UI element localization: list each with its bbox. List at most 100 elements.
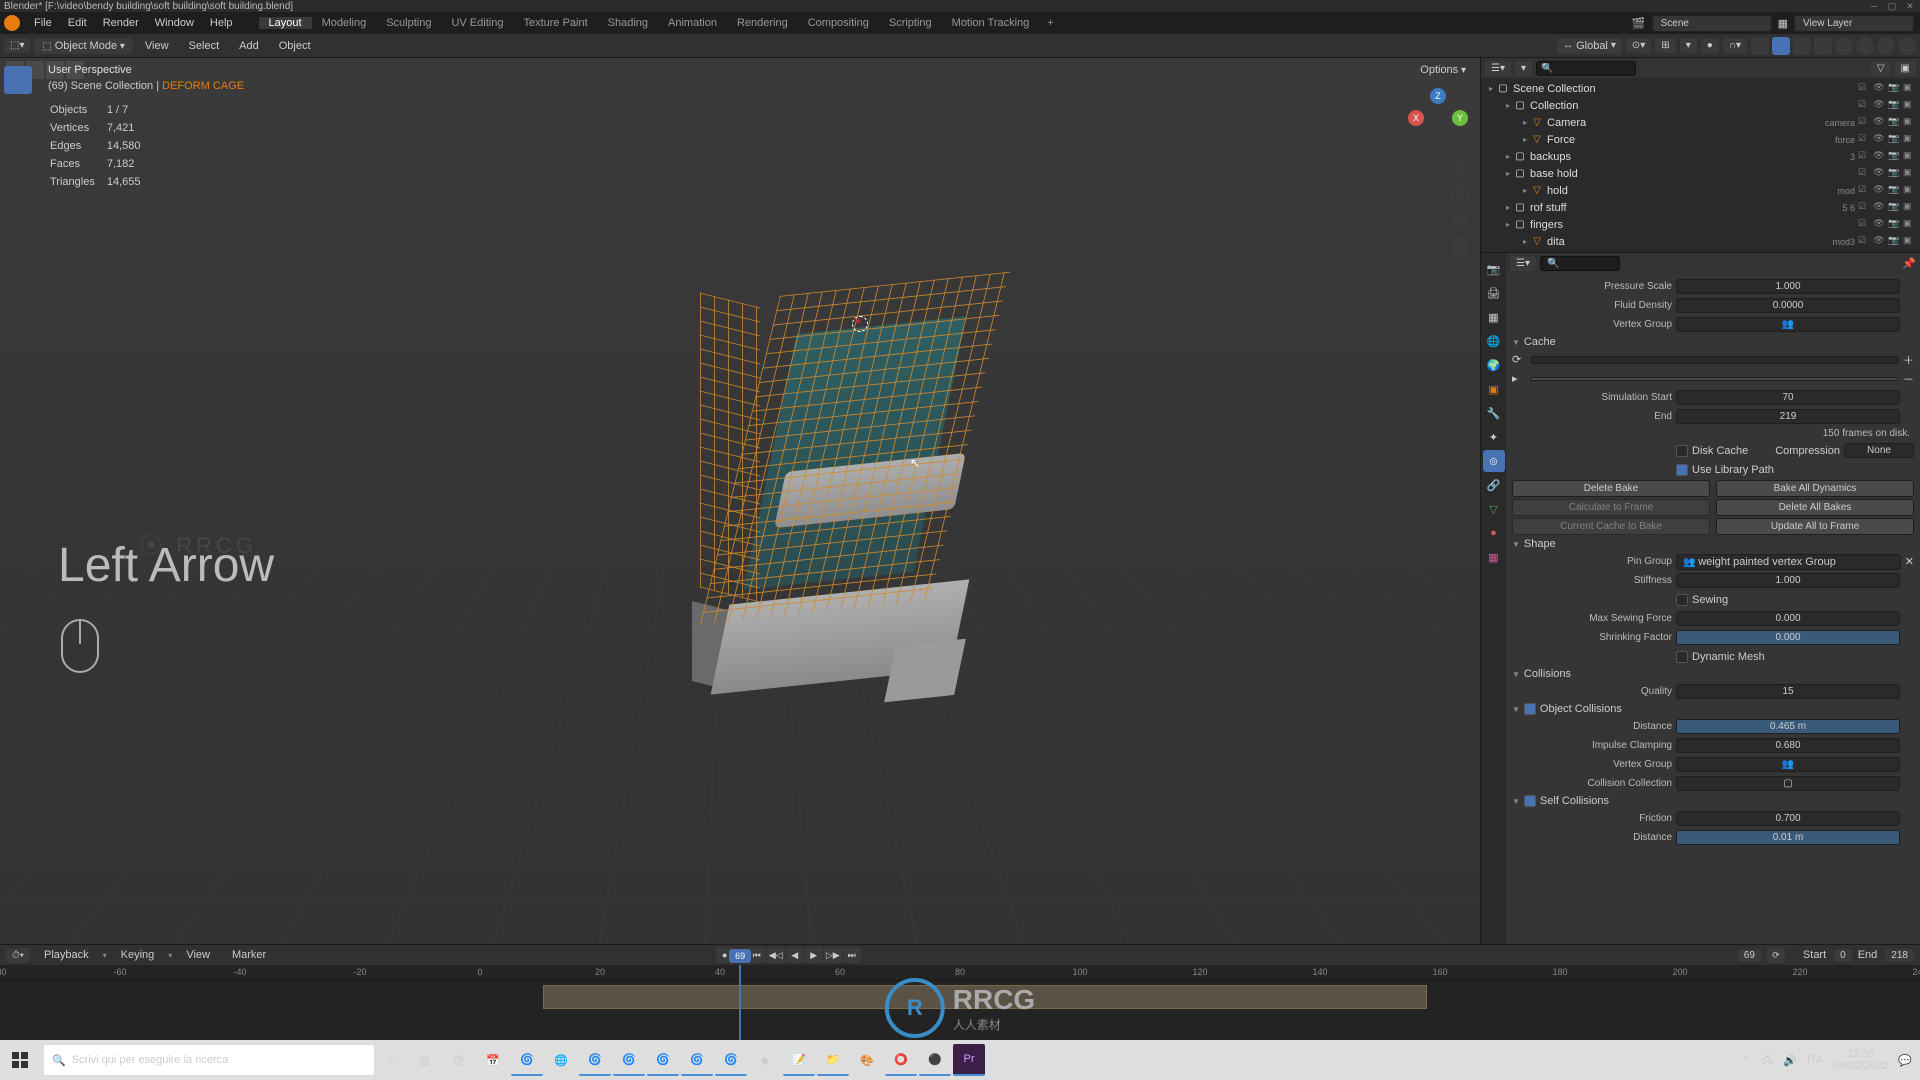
fluid-density-field[interactable]: 0.0000: [1676, 298, 1900, 313]
collisions-panel-header[interactable]: ▼Collisions: [1512, 666, 1914, 682]
tool-move[interactable]: [4, 126, 32, 154]
outliner-new-collection[interactable]: ▣: [1895, 61, 1916, 76]
tab-rendering[interactable]: Rendering: [727, 17, 798, 29]
tree-toggle-2[interactable]: 📷: [1888, 201, 1901, 214]
tab-animation[interactable]: Animation: [658, 17, 727, 29]
outliner-filter[interactable]: ▽: [1871, 61, 1891, 76]
tree-row[interactable]: ▸▽Camera camera☑👁📷▣: [1485, 114, 1916, 131]
end-frame-field[interactable]: 218: [1885, 949, 1914, 962]
impulse-field[interactable]: 0.680: [1676, 738, 1900, 753]
tool-cursor[interactable]: [4, 96, 32, 124]
timeline-editor-type[interactable]: ⏱▾: [6, 948, 30, 963]
gizmo-toggle[interactable]: [1772, 37, 1790, 55]
playhead[interactable]: 69: [739, 965, 741, 1041]
tree-toggle-0[interactable]: ☑: [1858, 167, 1871, 180]
frame-sync-icon[interactable]: ⟳: [1767, 947, 1785, 963]
tree-toggle-2[interactable]: 📷: [1888, 150, 1901, 163]
menu-edit[interactable]: Edit: [60, 17, 95, 29]
start-button[interactable]: [0, 1040, 40, 1080]
ptab-world[interactable]: 🌍: [1483, 354, 1505, 376]
tree-toggle-0[interactable]: ☑: [1858, 82, 1871, 95]
cache-to-bake-button[interactable]: Current Cache to Bake: [1512, 518, 1710, 535]
tree-row[interactable]: ▸▢Collection☑👁📷▣: [1485, 97, 1916, 114]
dynamic-mesh-checkbox[interactable]: [1676, 651, 1688, 663]
tree-expand-icon[interactable]: ▸: [1523, 135, 1527, 144]
tray-notifications-icon[interactable]: 💬: [1898, 1054, 1912, 1067]
taskbar-calendar-icon[interactable]: 📅: [477, 1044, 509, 1076]
taskbar-edge-icon[interactable]: 🌐: [545, 1044, 577, 1076]
tree-row[interactable]: ▸▽hold mod☑👁📷▣: [1485, 182, 1916, 199]
proportional-selector[interactable]: ∩▾: [1723, 38, 1747, 53]
tree-toggle-2[interactable]: 📷: [1888, 133, 1901, 146]
bake-add-button[interactable]: ＋: [1903, 352, 1914, 368]
cache-panel-header[interactable]: ▼Cache: [1512, 334, 1914, 350]
tree-toggle-1[interactable]: 👁: [1873, 235, 1886, 248]
tree-toggle-3[interactable]: ▣: [1903, 82, 1916, 95]
ptab-particles[interactable]: ✦: [1483, 426, 1505, 448]
sim-end-field[interactable]: 219: [1676, 409, 1900, 424]
ptab-constraints[interactable]: 🔗: [1483, 474, 1505, 496]
tree-toggle-2[interactable]: 📷: [1888, 235, 1901, 248]
tree-toggle-2[interactable]: 📷: [1888, 116, 1901, 129]
ptab-modifiers[interactable]: 🔧: [1483, 402, 1505, 424]
tree-toggle-2[interactable]: 📷: [1888, 82, 1901, 95]
viewlayer-selector[interactable]: View Layer: [1794, 15, 1914, 32]
ptab-output[interactable]: 🖨: [1483, 282, 1505, 304]
options-dropdown[interactable]: Options ▾: [1412, 62, 1474, 78]
shading-rendered[interactable]: [1898, 37, 1916, 55]
self-collisions-checkbox[interactable]: [1524, 795, 1536, 807]
snap-selector[interactable]: ▾: [1680, 38, 1697, 53]
coll-quality-field[interactable]: 15: [1676, 684, 1900, 699]
outliner-editor-type[interactable]: ☰▾: [1485, 61, 1511, 76]
ptab-mesh[interactable]: ▽: [1483, 498, 1505, 520]
self-dist-field[interactable]: 0.01 m: [1676, 830, 1900, 845]
pan-button[interactable]: [1450, 184, 1470, 204]
tree-expand-icon[interactable]: ▸: [1506, 101, 1510, 110]
current-frame-field[interactable]: 69: [1738, 949, 1761, 962]
start-frame-field[interactable]: 0: [1834, 949, 1852, 962]
max-sewing-field[interactable]: 0.000: [1676, 611, 1900, 626]
shading-solid[interactable]: [1856, 37, 1874, 55]
tree-row[interactable]: ▸▢Scene Collection☑👁📷▣: [1485, 80, 1916, 97]
menu-window[interactable]: Window: [147, 17, 202, 29]
pivot-selector[interactable]: ⊙▾: [1626, 38, 1651, 53]
tree-toggle-1[interactable]: 👁: [1873, 184, 1886, 197]
next-keyframe-button[interactable]: ▷▶︎: [824, 947, 842, 963]
taskbar-blender6-icon[interactable]: 🌀: [715, 1044, 747, 1076]
ptab-viewlayer[interactable]: ▦: [1483, 306, 1505, 328]
tree-expand-icon[interactable]: ▸: [1506, 169, 1510, 178]
tree-toggle-2[interactable]: 📷: [1888, 99, 1901, 112]
coll-vgroup-field[interactable]: 👥: [1676, 757, 1900, 772]
zoom-button[interactable]: [1450, 158, 1470, 178]
update-frame-button[interactable]: Update All to Frame: [1716, 518, 1914, 535]
bake-all-button[interactable]: Bake All Dynamics: [1716, 480, 1914, 497]
use-library-checkbox[interactable]: [1676, 464, 1688, 476]
taskbar-paint-icon[interactable]: 🎨: [851, 1044, 883, 1076]
delete-all-bakes-button[interactable]: Delete All Bakes: [1716, 499, 1914, 516]
tree-toggle-0[interactable]: ☑: [1858, 218, 1871, 231]
menu-render[interactable]: Render: [95, 17, 147, 29]
tree-toggle-2[interactable]: 📷: [1888, 167, 1901, 180]
shading-matpreview[interactable]: [1877, 37, 1895, 55]
tree-toggle-1[interactable]: 👁: [1873, 99, 1886, 112]
obj-collisions-checkbox[interactable]: [1524, 703, 1536, 715]
ptab-texture[interactable]: ▦: [1483, 546, 1505, 568]
taskbar-taskview-icon[interactable]: ▥: [409, 1044, 441, 1076]
tree-row[interactable]: ▸▢base hold☑👁📷▣: [1485, 165, 1916, 182]
compression-field[interactable]: None: [1844, 443, 1914, 458]
tree-toggle-3[interactable]: ▣: [1903, 218, 1916, 231]
tree-toggle-2[interactable]: 📷: [1888, 184, 1901, 197]
tray-chevron-icon[interactable]: ⌃: [1742, 1054, 1751, 1067]
properties-search-input[interactable]: [1540, 256, 1620, 271]
tree-toggle-1[interactable]: 👁: [1873, 150, 1886, 163]
self-collisions-panel-header[interactable]: ▼Self Collisions: [1512, 793, 1914, 809]
xray-toggle[interactable]: [1814, 37, 1832, 55]
ptab-object[interactable]: ▣: [1483, 378, 1505, 400]
tree-toggle-1[interactable]: 👁: [1873, 218, 1886, 231]
snap-toggle[interactable]: ⊞: [1655, 38, 1675, 53]
tree-toggle-0[interactable]: ☑: [1858, 150, 1871, 163]
tree-toggle-0[interactable]: ☑: [1858, 116, 1871, 129]
tl-menu-view[interactable]: View: [178, 949, 218, 961]
pressure-scale-field[interactable]: 1.000: [1676, 279, 1900, 294]
overlay-toggle[interactable]: [1793, 37, 1811, 55]
